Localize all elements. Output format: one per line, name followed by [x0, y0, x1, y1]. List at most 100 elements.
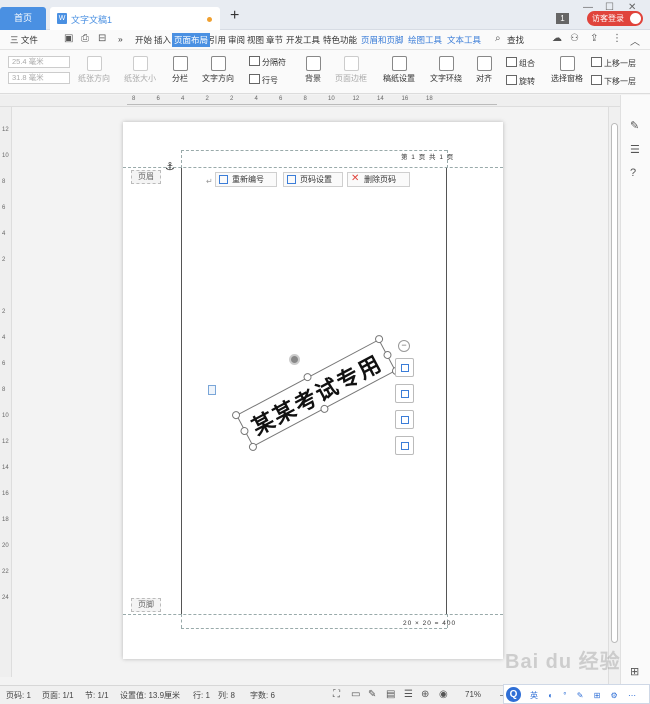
- window-count-badge[interactable]: 1: [556, 13, 569, 24]
- guest-login-button[interactable]: 访客登录: [587, 11, 643, 26]
- file-menu[interactable]: 三 文件: [10, 34, 38, 46]
- page-view-icon[interactable]: ▤: [386, 689, 395, 700]
- status-column[interactable]: 列: 8: [218, 690, 235, 701]
- delete-page-number-label: 删除页码: [364, 175, 396, 184]
- align-button[interactable]: 对齐: [476, 56, 492, 84]
- help-icon[interactable]: ?: [630, 167, 636, 179]
- menu-start[interactable]: 开始: [135, 34, 152, 46]
- cloud-icon[interactable]: ☁: [552, 33, 562, 44]
- header-page-number[interactable]: 第 1 页 共 1 页: [401, 151, 454, 161]
- eye-protection-icon[interactable]: ◉: [439, 689, 448, 700]
- menu-insert[interactable]: 插入: [154, 34, 171, 46]
- ruler-mark: 6: [2, 361, 6, 367]
- menu-view[interactable]: 视图: [247, 34, 264, 46]
- paper-size-button[interactable]: 纸张大小: [124, 56, 156, 84]
- status-pages[interactable]: 页面: 1/1: [42, 690, 74, 701]
- edit-mode-icon[interactable]: ✎: [368, 689, 376, 700]
- footer-label[interactable]: 页脚: [131, 598, 161, 612]
- share-icon[interactable]: ⇪: [590, 33, 598, 44]
- header-label[interactable]: 页眉: [131, 170, 161, 184]
- background-button[interactable]: 背景: [305, 56, 321, 84]
- group-button[interactable]: 组合: [506, 57, 535, 69]
- page-border-icon: [343, 56, 359, 71]
- paragraph-mark-icon: ↵: [206, 177, 213, 186]
- home-tab[interactable]: 首页: [0, 7, 46, 30]
- paper-orientation-button[interactable]: 纸张方向: [78, 56, 110, 84]
- outline-icon: [401, 442, 409, 450]
- draft-settings-button[interactable]: 稿纸设置: [383, 56, 415, 84]
- selection-pane-button[interactable]: 选择窗格: [551, 56, 583, 84]
- new-tab-button[interactable]: +: [230, 8, 239, 24]
- rotate-button[interactable]: 旋转: [506, 75, 535, 87]
- ime-tools[interactable]: 英 ◐ ° ✎ ⊞ ⚙ ⋯: [530, 690, 640, 701]
- print-icon[interactable]: ⊟: [98, 33, 106, 44]
- text-wrap-button[interactable]: 文字环绕: [430, 56, 462, 84]
- layout-options-button[interactable]: [395, 358, 414, 377]
- horizontal-ruler[interactable]: 8 6 4 2 2 4 6 8 10 12 14 16 18: [0, 95, 650, 107]
- menu-developer[interactable]: 开发工具: [286, 34, 320, 46]
- renumber-label: 重新编号: [232, 175, 264, 184]
- renumber-button[interactable]: 重新编号: [215, 172, 277, 187]
- save-icon[interactable]: ▣: [64, 33, 73, 44]
- delete-page-number-button[interactable]: ✕ 删除页码: [347, 172, 410, 187]
- search-icon[interactable]: ⌕: [495, 33, 501, 44]
- scrollbar-thumb[interactable]: [611, 123, 618, 643]
- document-tab-title: 文字文稿1: [71, 15, 113, 25]
- fill-color-button[interactable]: [395, 410, 414, 429]
- menu-chapter[interactable]: 章节: [266, 34, 283, 46]
- margin-width-field[interactable]: 25.4 毫米: [8, 56, 70, 68]
- status-word-count[interactable]: 字数: 6: [250, 690, 275, 701]
- status-setting[interactable]: 设置值: 13.9厘米: [120, 690, 180, 701]
- apps-grid-icon[interactable]: ⊞: [630, 665, 639, 678]
- separator-button[interactable]: 分隔符: [249, 56, 286, 68]
- rotate-handle-icon[interactable]: [289, 354, 300, 365]
- menu-page-layout[interactable]: 页面布局: [172, 33, 211, 47]
- ruler-mark: 10: [328, 96, 335, 102]
- page-border-button[interactable]: 页面边框: [335, 56, 367, 84]
- ruler-mark: 2: [230, 96, 234, 102]
- collaborate-icon[interactable]: ⚇: [570, 33, 579, 44]
- margin-height-field[interactable]: 31.8 毫米: [8, 72, 70, 84]
- vertical-scrollbar[interactable]: [608, 107, 620, 685]
- pen-style-button[interactable]: [395, 384, 414, 403]
- settings-sliders-icon[interactable]: ☰: [630, 143, 640, 156]
- send-backward-button[interactable]: 下移一层: [591, 75, 636, 87]
- paste-options-icon[interactable]: [208, 385, 216, 395]
- outline-view-icon[interactable]: ☰: [404, 689, 413, 700]
- menu-drawing-tools[interactable]: 绘图工具: [408, 34, 442, 46]
- status-section[interactable]: 节: 1/1: [85, 690, 109, 701]
- menu-special[interactable]: 特色功能: [323, 34, 357, 46]
- ruler-mark: 6: [156, 96, 160, 102]
- text-direction-button[interactable]: 文字方向: [202, 56, 234, 84]
- bring-forward-button[interactable]: 上移一层: [591, 57, 636, 69]
- web-view-icon[interactable]: ⊕: [421, 689, 429, 700]
- line-number-button[interactable]: 行号: [249, 74, 278, 86]
- export-pdf-icon[interactable]: ⎙: [81, 33, 89, 44]
- fullscreen-icon[interactable]: ⛶: [333, 689, 340, 700]
- page-setup-button[interactable]: 页码设置: [283, 172, 343, 187]
- ruler-mark: 8: [2, 179, 6, 185]
- vertical-ruler[interactable]: 12 10 8 6 4 2 2 4 6 8 10 12 14 16 18 20 22 24: [0, 107, 12, 677]
- collapse-tools-button[interactable]: −: [398, 340, 410, 352]
- ruler-mark: 2: [205, 96, 209, 102]
- ruler-mark: 22: [2, 569, 9, 575]
- document-tab[interactable]: W 文字文稿1: [50, 7, 220, 30]
- more-options-icon[interactable]: ⋮: [612, 33, 622, 44]
- status-line[interactable]: 行: 1: [193, 690, 210, 701]
- ruler-mark: 14: [377, 96, 384, 102]
- more-tools-button[interactable]: »: [118, 34, 123, 44]
- menu-review[interactable]: 审阅: [228, 34, 245, 46]
- collapse-ribbon-icon[interactable]: ︿: [630, 33, 640, 48]
- search-button[interactable]: 查找: [507, 34, 524, 46]
- menu-text-tools[interactable]: 文本工具: [447, 34, 481, 46]
- columns-button[interactable]: 分栏: [172, 56, 188, 84]
- status-page-code[interactable]: 页码: 1: [6, 690, 31, 701]
- ime-logo-icon[interactable]: Q: [506, 687, 521, 702]
- ruler-mark: 8: [2, 387, 6, 393]
- menu-header-footer[interactable]: 页眉和页脚: [361, 34, 404, 46]
- edit-pen-icon[interactable]: ✎: [630, 119, 639, 132]
- outline-button[interactable]: [395, 436, 414, 455]
- zoom-level[interactable]: 71%: [465, 690, 481, 699]
- reading-mode-icon[interactable]: ▭: [351, 689, 360, 700]
- menu-references[interactable]: 引用: [209, 34, 226, 46]
